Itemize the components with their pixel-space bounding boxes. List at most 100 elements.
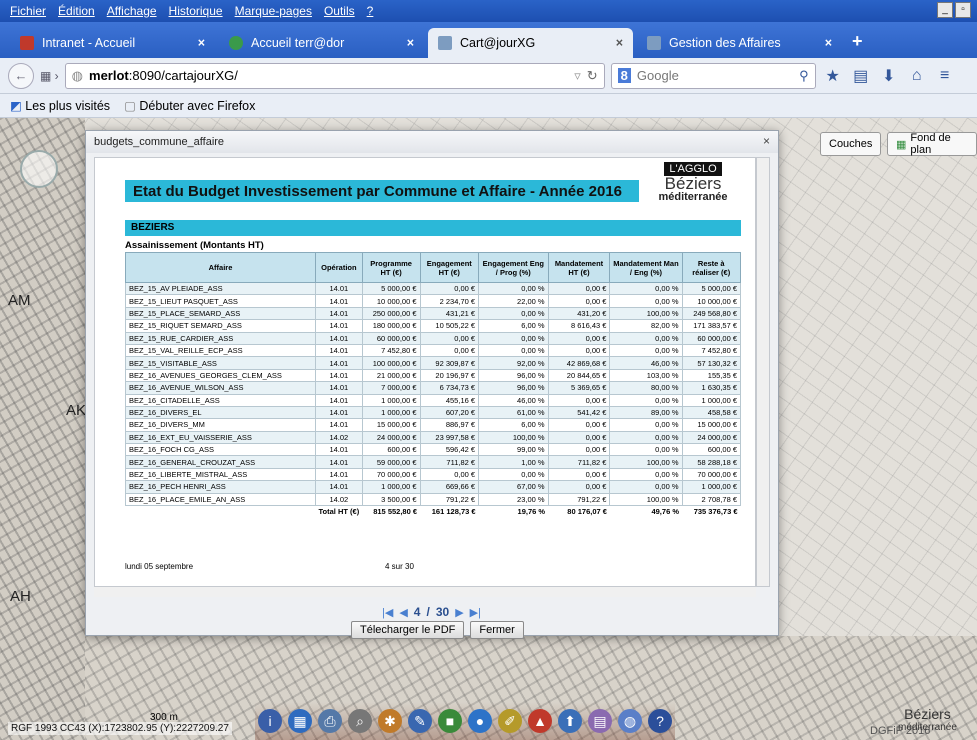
table-cell: 1,00 % [478,455,549,469]
menu-historique[interactable]: Historique [169,4,223,18]
table-cell: 1 630,35 € [681,381,741,395]
menu-help[interactable]: ? [367,4,374,18]
budget-table: Affaire Opération Programme HT (€) Engageme… [125,252,741,518]
first-page-icon[interactable]: |◀ [382,606,393,619]
table-cell: 14.01 [315,331,363,345]
download-pdf-button[interactable]: Télecharger le PDF [351,621,465,639]
measure-icon[interactable]: ✱ [378,709,402,733]
terrador-tab-icon [229,36,243,50]
bookmarks-list-icon[interactable]: ▤ [850,66,872,86]
restore-button[interactable]: ▫ [955,2,971,18]
close-tab-icon[interactable]: × [825,36,832,50]
minimize-button[interactable]: _ [937,2,953,18]
table-cell: 99,00 % [478,443,549,457]
basemap-icon: ▦ [896,138,907,151]
reload-icon[interactable]: ↻ [587,68,598,84]
next-page-icon[interactable]: ▶ [455,606,463,619]
table-cell: 70 000,00 € [361,467,421,482]
info-icon[interactable]: i [258,709,282,733]
search-icon[interactable]: ⚲ [799,68,809,84]
tab-label: Gestion des Affaires [669,36,781,50]
menu-fichier[interactable]: Fichier [10,4,46,18]
map-tab-icon [647,36,661,50]
menu-outils[interactable]: Outils [324,4,355,18]
table-cell: BEZ_16_PECH HENRI_ASS [125,480,316,494]
total-cell: 161 128,73 € [431,507,476,517]
tab-intranet[interactable]: Intranet - Accueil × [10,28,215,58]
table-cell: 14.01 [315,443,363,457]
menu-marque-pages[interactable]: Marque-pages [235,4,312,18]
table-cell: 6,00 % [478,418,549,432]
bookmark-star-icon[interactable]: ★ [822,66,844,86]
url-bar[interactable]: ◍ merlot:8090/cartajourXG/ ▿ ↻ [64,62,605,89]
table-cell: 250 000,00 € [361,306,421,321]
menu-icon[interactable]: ≡ [934,67,956,85]
home-icon[interactable]: ⌂ [906,67,928,85]
dropdown-arrow-icon[interactable]: ▿ [574,68,581,84]
basemap-button[interactable]: ▦ Fond de plan [887,132,977,156]
download-icon[interactable]: ⬇ [878,66,900,86]
history-icon[interactable]: ▦ › [40,69,59,83]
table-row: BEZ_16_FOCH CG_ASS 14.01 600,00 €596,42 €9… [125,443,741,457]
tab-cartajour[interactable]: Cart@jourXG × [428,28,633,58]
table-cell: 10 505,22 € [419,319,480,333]
menu-bar: Fichier Édition Affichage Historique Mar… [0,0,977,22]
table-cell: 596,42 € [419,443,480,457]
column-header: Mandatement HT (€) [547,252,611,283]
table-cell: 100,00 % [478,430,549,445]
table-row: BEZ_15_RUE_CARDIER_ASS 14.01 60 000,00 €0,… [125,331,741,345]
vertical-scrollbar[interactable] [756,157,770,587]
table-cell: 1 000,00 € [361,393,421,407]
globe-tool-icon[interactable]: ◍ [618,709,642,733]
search-zoom-icon[interactable]: ⌕ [348,709,372,733]
menu-affichage[interactable]: Affichage [107,4,157,18]
bookmark-most-visited[interactable]: ◩ Les plus visités [10,98,110,113]
url-text[interactable]: merlot:8090/cartajourXG/ [89,68,568,83]
print-icon[interactable]: ⎙ [318,709,342,733]
back-icon[interactable]: ← [8,62,34,89]
table-cell: BEZ_16_PLACE_EMILE_AN_ASS [125,492,316,507]
table-cell: 600,00 € [681,443,741,457]
bookmark-firefox[interactable]: ▢ Débuter avec Firefox [124,98,255,113]
table-cell: 5 369,65 € [547,381,611,395]
layers-icon[interactable]: ▦ [288,709,312,733]
close-button[interactable]: Fermer [470,621,524,639]
table-cell: 46,00 % [478,393,549,407]
pin-icon[interactable]: ⬆ [558,709,582,733]
warning-icon[interactable]: ▲ [528,709,552,733]
close-tab-icon[interactable]: × [616,36,623,50]
search-box[interactable]: 8 Google ⚲ [610,62,816,89]
dialog-titlebar[interactable]: budgets_commune_affaire × [86,131,778,153]
table-cell: 92,00 % [478,356,549,370]
table-cell: 1 000,00 € [681,393,741,407]
new-tab-icon[interactable]: + [852,31,863,52]
table-row: BEZ_16_DIVERS_MM 14.01 15 000,00 €886,97 €… [125,418,741,432]
tab-terrador[interactable]: Accueil terr@dor × [219,28,424,58]
horizontal-scrollbar[interactable] [94,587,756,597]
table-cell: 14.02 [315,430,363,445]
document-icon[interactable]: ▤ [588,709,612,733]
table-cell: 6 734,73 € [419,381,480,395]
map-pan-control[interactable] [20,150,58,188]
tab-gestion-affaires[interactable]: Gestion des Affaires × [637,28,842,58]
pencil-icon[interactable]: ✐ [498,709,522,733]
table-cell: BEZ_16_CITADELLE_ASS [125,393,316,407]
pdf-viewer[interactable]: Etat du Budget Investissement par Commun… [94,157,756,587]
cube-icon[interactable]: ■ [438,709,462,733]
menu-edition[interactable]: Édition [58,4,95,18]
map-label: AK [66,402,87,419]
layers-button[interactable]: Couches [820,132,882,156]
table-cell: 0,00 € [547,343,611,358]
edit-icon[interactable]: ✎ [408,709,432,733]
map-area-left[interactable] [0,118,85,740]
last-page-icon[interactable]: ▶| [470,606,481,619]
coordinates-readout: RGF 1993 CC43 (X):1723802.95 (Y):2227209… [8,722,232,735]
close-tab-icon[interactable]: × [407,36,414,50]
dialog-actions: Télecharger le PDF Fermer [351,621,524,639]
close-icon[interactable]: × [763,134,770,148]
help-icon[interactable]: ? [648,709,672,733]
close-tab-icon[interactable]: × [198,36,205,50]
drop-icon[interactable]: ● [468,709,492,733]
google-icon[interactable]: 8 [617,68,631,83]
previous-page-icon[interactable]: ◀ [399,606,407,619]
